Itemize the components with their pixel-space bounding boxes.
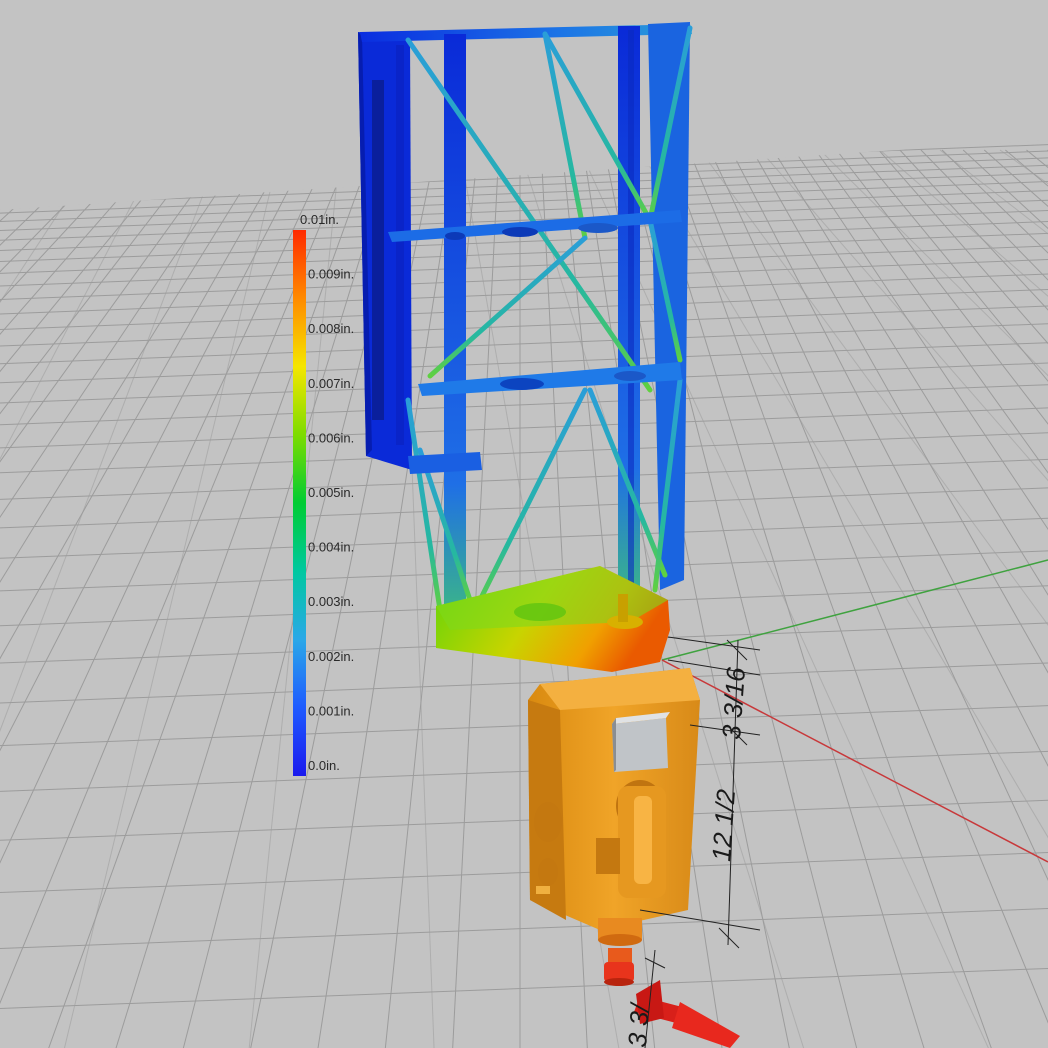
legend-label: 0.009in.	[308, 267, 354, 282]
legend-label: 0.007in.	[308, 376, 354, 391]
dimension-lower-label: 3 3/	[622, 1000, 655, 1048]
legend-color-bar	[293, 230, 306, 776]
legend-label: 0.0in.	[308, 758, 340, 773]
legend-label: 0.008in.	[308, 321, 354, 336]
legend-label: 0.002in.	[308, 649, 354, 664]
tool-tip	[598, 918, 642, 986]
legend-label: 0.004in.	[308, 540, 354, 555]
lower-shelf	[408, 452, 482, 474]
legend-label: 0.003in.	[308, 594, 354, 609]
legend-label: 0.005in.	[308, 485, 354, 500]
dimension-upper-label: 3 3/16	[716, 666, 751, 741]
3d-viewport[interactable]: 0.01in. 0.009in. 0.008in. 0.007in. 0.006in. 0…	[0, 0, 1048, 1048]
dimension-middle-label: 12 1/2	[706, 788, 741, 863]
y-axis-line	[661, 559, 1048, 661]
ground-grid	[0, 109, 1048, 1048]
legend-label: 0.001in.	[308, 703, 354, 718]
legend-label: 0.01in.	[300, 212, 339, 227]
left-post	[444, 34, 466, 634]
spindle-housing	[528, 668, 700, 930]
back-plate	[358, 32, 412, 470]
legend-label: 0.006in.	[308, 430, 354, 445]
motor-unit	[612, 712, 670, 772]
